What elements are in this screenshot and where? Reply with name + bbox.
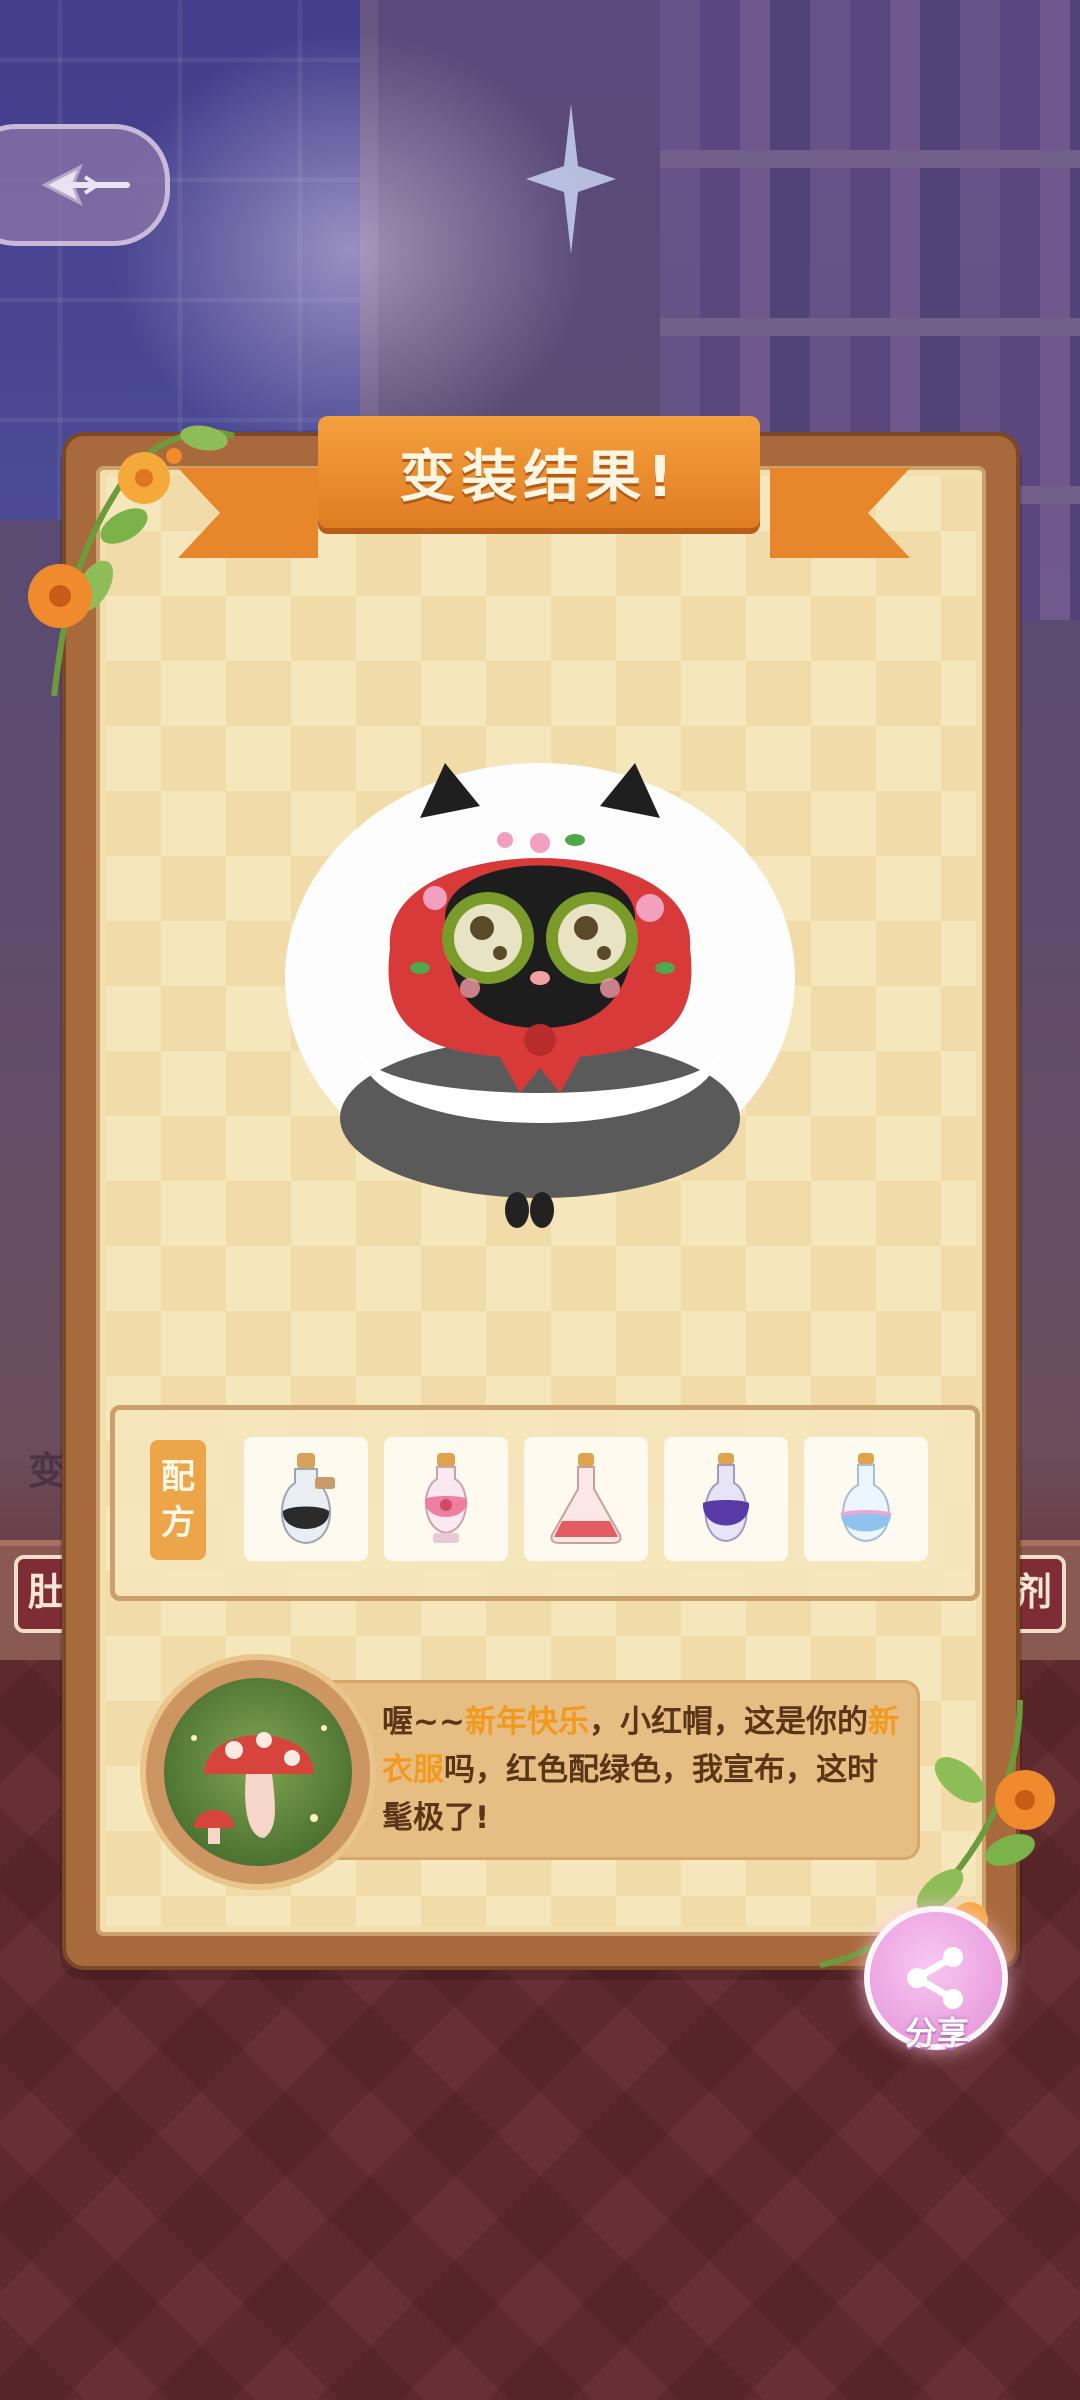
background-smoke: [110, 30, 590, 430]
recipe-label: 配 方: [150, 1440, 206, 1560]
red-potion-icon: [550, 1453, 622, 1544]
recipe-slot-5[interactable]: [804, 1437, 928, 1561]
dialogue-part2: ，小红帽，这是你的: [588, 1704, 868, 1740]
recipe-slot-4[interactable]: [664, 1437, 788, 1561]
dialogue-box: 喔~~新年快乐，小红帽，这是你的新衣服吗，红色配绿色，我宣布，这时髦极了!: [310, 1680, 920, 1860]
recipe-label-line2: 方: [161, 1503, 195, 1543]
dialogue-part3: 吗，红色配绿色，我宣布，这时髦极了!: [382, 1752, 878, 1836]
dialogue-highlight-new-year: 新年快乐: [464, 1704, 589, 1740]
recipe-label-line1: 配: [161, 1457, 195, 1497]
dialogue-part1: 喔~~: [382, 1704, 465, 1740]
recipe-slot-3[interactable]: [524, 1437, 648, 1561]
share-icon: [907, 1947, 963, 2009]
recipe-slot-2[interactable]: [384, 1437, 508, 1561]
purple-potion-icon: [702, 1453, 750, 1543]
dialogue-text: 喔~~新年快乐，小红帽，这是你的新衣服吗，红色配绿色，我宣布，这时髦极了!: [382, 1698, 902, 1842]
flower-vine-top-left-icon: [28, 425, 235, 697]
title-ribbon: 变装结果!: [318, 416, 760, 528]
character-red-hood-cat: [285, 763, 795, 1228]
background-side-text: 变: [28, 1449, 67, 1493]
pink-potion-icon: [424, 1453, 468, 1543]
speaker-avatar: [146, 1660, 370, 1884]
back-button[interactable]: [0, 124, 170, 246]
blue-potion-icon: [840, 1453, 892, 1543]
share-label: 分享: [904, 2014, 969, 2052]
black-potion-icon: [281, 1453, 335, 1545]
back-arrow-icon: [41, 163, 130, 207]
sparkle-icon: [526, 104, 616, 254]
recipe-slot-1[interactable]: [244, 1437, 368, 1561]
mushroom-avatar-icon: [164, 1678, 352, 1866]
result-title: 变装结果!: [399, 444, 679, 510]
